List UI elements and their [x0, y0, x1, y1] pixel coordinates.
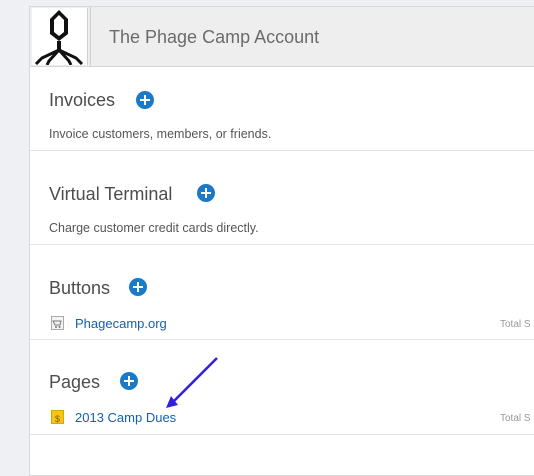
- account-card: The Phage Camp Account Invoices Invoice …: [29, 6, 534, 476]
- virtual-terminal-title[interactable]: Virtual Terminal: [49, 184, 172, 205]
- phage-logo: [32, 8, 88, 66]
- invoices-section: Invoices Invoice customers, members, or …: [30, 68, 534, 151]
- invoices-title[interactable]: Invoices: [49, 90, 115, 111]
- cart-icon: [51, 316, 64, 330]
- add-page-plus-icon[interactable]: [120, 372, 138, 390]
- account-header: The Phage Camp Account: [30, 7, 534, 67]
- virtual-terminal-description: Charge customer credit cards directly.: [49, 221, 259, 235]
- add-virtual-terminal-plus-icon[interactable]: [197, 184, 215, 202]
- button-link-phagecamp[interactable]: Phagecamp.org: [75, 316, 167, 331]
- buttons-section: Buttons Phagecamp.org Total S: [30, 245, 534, 340]
- page-link-camp-dues[interactable]: 2013 Camp Dues: [75, 410, 176, 425]
- svg-text:$: $: [55, 414, 60, 424]
- phage-virus-logo-icon: [32, 8, 87, 66]
- pages-title[interactable]: Pages: [49, 372, 100, 393]
- button-total-label: Total S: [500, 319, 531, 330]
- page-total-label: Total S: [500, 413, 531, 424]
- header-divider: [90, 7, 91, 67]
- account-title: The Phage Camp Account: [109, 27, 320, 47]
- add-button-plus-icon[interactable]: [129, 278, 147, 296]
- page-dollar-icon: $: [51, 410, 64, 424]
- pages-section: Pages $ 2013 Camp Dues Total S: [30, 340, 534, 435]
- buttons-title[interactable]: Buttons: [49, 278, 110, 299]
- virtual-terminal-section: Virtual Terminal Charge customer credit …: [30, 151, 534, 245]
- invoices-description: Invoice customers, members, or friends.: [49, 127, 272, 141]
- add-invoice-plus-icon[interactable]: [136, 91, 154, 109]
